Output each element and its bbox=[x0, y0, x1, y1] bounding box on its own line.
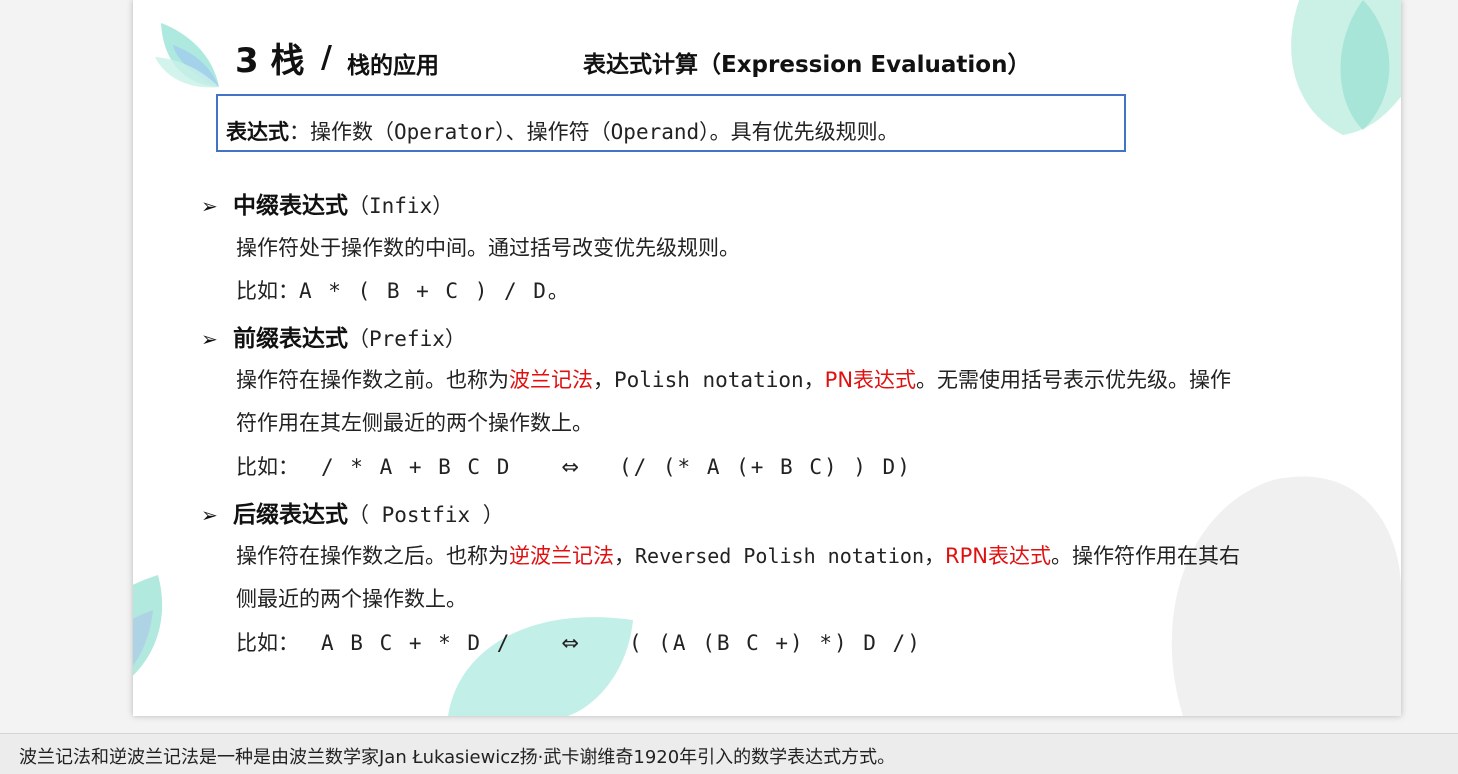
definition-part: ：操作数（ bbox=[289, 120, 394, 144]
definition-term: 表达式 bbox=[226, 120, 289, 144]
leaf-decoration-bottom-right bbox=[1171, 476, 1401, 716]
equivalence-icon: ⇔ bbox=[561, 631, 579, 655]
infix-english: （Infix） bbox=[348, 194, 454, 218]
text-span: ， bbox=[803, 368, 825, 392]
definition-text: 表达式：操作数（Operator）、操作符（Operand）。具有优先级规则。 bbox=[226, 116, 899, 146]
text-span: ， bbox=[593, 368, 614, 392]
prefix-heading: ➢ 前缀表达式（Prefix） bbox=[201, 319, 466, 353]
definition-box: 表达式：操作数（Operator）、操作符（Operand）。具有优先级规则。 bbox=[216, 94, 1126, 152]
operator-word: Operator bbox=[394, 120, 496, 144]
postfix-title: 后缀表达式 bbox=[233, 502, 348, 528]
bullet-arrow-icon: ➢ bbox=[201, 194, 218, 218]
text-span: 操作符在操作数之后。也称为 bbox=[236, 544, 509, 568]
reverse-polish-notation-term: 逆波兰记法 bbox=[509, 544, 614, 568]
equivalence-icon: ⇔ bbox=[561, 455, 579, 479]
operand-word: Operand bbox=[610, 120, 700, 144]
slide-canvas: 3 栈 / 栈的应用 表达式计算（Expression Evaluation） … bbox=[133, 0, 1401, 716]
postfix-example-expression: A B C + * D / bbox=[321, 631, 512, 655]
example-label: 比如： bbox=[236, 279, 299, 303]
polish-notation-term: 波兰记法 bbox=[509, 368, 593, 392]
reversed-polish-notation-english: Reversed Polish notation bbox=[635, 544, 924, 568]
postfix-description-line1: 操作符在操作数之后。也称为逆波兰记法，Reversed Polish notat… bbox=[236, 540, 1240, 570]
text-span: ， bbox=[923, 544, 945, 568]
definition-part: ）、操作符（ bbox=[495, 120, 611, 144]
prefix-english: （Prefix） bbox=[348, 327, 466, 351]
prefix-title: 前缀表达式 bbox=[233, 326, 348, 352]
definition-part: ）。具有优先级规则。 bbox=[699, 120, 899, 144]
leaf-decoration-top-left bbox=[155, 23, 219, 88]
prefix-example-parenthesized: (/ (* A (+ B C) ) D) bbox=[618, 455, 912, 479]
chapter-number: 3 栈 bbox=[235, 41, 305, 81]
rpn-expression-term: RPN表达式 bbox=[944, 544, 1051, 568]
title-separator: / bbox=[321, 40, 332, 75]
example-label: 比如： bbox=[236, 455, 299, 479]
text-span: 。无需使用括号表示优先级。操作 bbox=[916, 368, 1232, 392]
example-label: 比如： bbox=[236, 631, 299, 655]
postfix-heading: ➢ 后缀表达式（ Postfix ） bbox=[201, 495, 504, 529]
section-title: 表达式计算（Expression Evaluation） bbox=[583, 52, 1031, 78]
text-span: 操作符在操作数之前。也称为 bbox=[236, 368, 509, 392]
text-span: 。操作符作用在其右 bbox=[1050, 544, 1240, 568]
prefix-example: 比如： / * A + B C D ⇔ (/ (* A (+ B C) ) D) bbox=[236, 451, 912, 481]
postfix-example-parenthesized: ( (A (B C +) *) D /) bbox=[628, 631, 922, 655]
postfix-description-line2: 侧最近的两个操作数上。 bbox=[236, 587, 467, 611]
prefix-description-line1: 操作符在操作数之前。也称为波兰记法，Polish notation，PN表达式。… bbox=[236, 364, 1231, 394]
postfix-english: （ Postfix ） bbox=[348, 503, 504, 527]
postfix-example: 比如： A B C + * D / ⇔ ( (A (B C +) *) D /) bbox=[236, 627, 922, 657]
infix-description: 操作符处于操作数的中间。通过括号改变优先级规则。 bbox=[236, 236, 740, 260]
prefix-description-line2: 符作用在其左侧最近的两个操作数上。 bbox=[236, 411, 593, 435]
infix-example-expression: A * ( B + C ) / D。 bbox=[299, 279, 571, 303]
text-span: ， bbox=[614, 544, 635, 568]
polish-notation-english: Polish notation bbox=[614, 368, 804, 392]
leaf-decoration-bottom-center bbox=[448, 617, 633, 716]
pn-expression-term: PN表达式 bbox=[824, 368, 917, 392]
page-title: 栈的应用 bbox=[347, 53, 439, 79]
bullet-arrow-icon: ➢ bbox=[201, 503, 218, 527]
infix-heading: ➢ 中缀表达式（Infix） bbox=[201, 186, 453, 220]
infix-example: 比如：A * ( B + C ) / D。 bbox=[236, 275, 571, 305]
prefix-example-expression: / * A + B C D bbox=[321, 455, 512, 479]
infix-title: 中缀表达式 bbox=[233, 193, 348, 219]
notes-panel[interactable]: 波兰记法和逆波兰记法是一种是由波兰数学家Jan Łukasiewicz扬·武卡谢… bbox=[0, 733, 1458, 774]
leaf-decoration-bottom-left bbox=[133, 575, 163, 676]
speaker-note-text[interactable]: 波兰记法和逆波兰记法是一种是由波兰数学家Jan Łukasiewicz扬·武卡谢… bbox=[19, 743, 895, 769]
bullet-arrow-icon: ➢ bbox=[201, 327, 218, 351]
leaf-decoration-top-right bbox=[1291, 0, 1401, 135]
